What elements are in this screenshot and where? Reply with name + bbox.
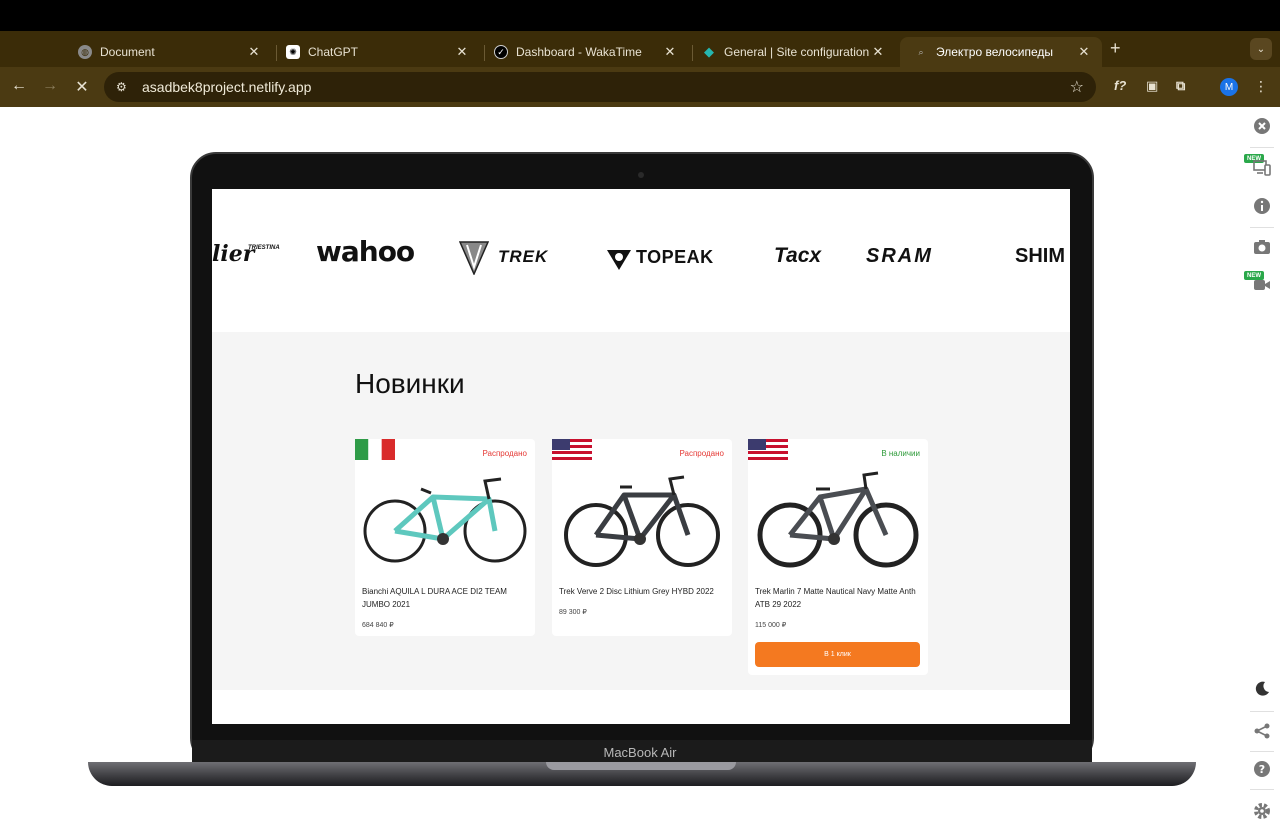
bike-image: [363, 477, 527, 563]
section-title: Новинки: [355, 368, 465, 399]
new-arrivals-section: Новинки Распродано Bianchi AQUILA L DURA…: [212, 332, 1070, 690]
laptop-notch: [546, 762, 736, 770]
wakatime-icon: ✓: [494, 45, 508, 59]
tab-title: Dashboard - WakaTime: [516, 45, 642, 59]
video-icon[interactable]: [1252, 275, 1272, 295]
italy-flag-icon: [355, 439, 395, 460]
brand-logo[interactable]: TREK: [498, 247, 548, 267]
camera-icon[interactable]: [1252, 237, 1272, 257]
moon-icon[interactable]: [1252, 679, 1272, 699]
close-icon[interactable]: ✕: [246, 44, 262, 60]
new-tab-button[interactable]: +: [1110, 38, 1121, 59]
help-icon[interactable]: ?: [1252, 759, 1272, 779]
extensions-puzzle-icon[interactable]: ⧉: [1176, 78, 1185, 94]
profile-avatar[interactable]: M: [1220, 78, 1238, 96]
stock-status: Распродано: [482, 449, 527, 458]
tab-strip: ◍ Document ✕ ✺ ChatGPT ✕ ✓ Dashboard - W…: [0, 31, 1280, 67]
product-name[interactable]: Trek Verve 2 Disc Lithium Grey HYBD 2022: [559, 585, 723, 598]
browser-toolbar: ← → ✕ ⚙ asadbek8project.netlify.app ☆ f?…: [0, 67, 1280, 107]
browser-menu-icon[interactable]: ⋮: [1254, 78, 1268, 95]
window-top-bar: [0, 0, 1280, 31]
divider: [1250, 751, 1274, 752]
close-icon[interactable]: ✕: [870, 44, 886, 60]
close-icon[interactable]: ✕: [454, 44, 470, 60]
laptop-screen: lier TRIESTINA wahoo TREK TOPEAK Tacx SR…: [212, 189, 1070, 724]
globe-icon: ◍: [78, 45, 92, 59]
chevron-down-icon: ⌄: [1256, 43, 1266, 55]
close-icon[interactable]: ✕: [662, 44, 678, 60]
buy-one-click-button[interactable]: В 1 клик: [755, 642, 920, 667]
divider: [1250, 227, 1274, 228]
brand-logo[interactable]: SHIM: [1015, 245, 1065, 268]
netlify-icon: ◆: [704, 44, 714, 59]
responsive-icon[interactable]: [1252, 158, 1272, 178]
stop-loading-button[interactable]: ✕: [72, 77, 92, 97]
svg-text:?: ?: [1259, 763, 1265, 776]
address-bar[interactable]: ⚙ asadbek8project.netlify.app ☆: [104, 72, 1096, 102]
product-card[interactable]: Распродано Bianchi AQUILA L DURA ACE DI2…: [355, 439, 535, 636]
font-extension-button[interactable]: f?: [1114, 78, 1126, 93]
tab-active-site[interactable]: ⌕ Электро велосипеды ✕: [900, 37, 1102, 67]
stock-status: Распродано: [679, 449, 724, 458]
bookmark-star-icon[interactable]: ☆: [1070, 77, 1084, 97]
forward-button[interactable]: →: [40, 77, 60, 95]
brand-sublogo: TRIESTINA: [248, 245, 280, 251]
divider: [1250, 711, 1274, 712]
usa-flag-icon: [552, 439, 592, 460]
product-price: 115 000 ₽: [755, 622, 787, 629]
tab-title: General | Site configuration | t: [724, 45, 870, 59]
side-panel: NEW NEW ?: [1244, 107, 1280, 832]
url-text[interactable]: asadbek8project.netlify.app: [142, 79, 311, 95]
site-settings-icon[interactable]: ⚙: [116, 80, 132, 94]
tab-chatgpt[interactable]: ✺ ChatGPT ✕: [272, 37, 480, 67]
chatgpt-icon: ✺: [286, 45, 300, 59]
close-icon[interactable]: ✕: [1076, 44, 1092, 60]
product-name[interactable]: Trek Marlin 7 Matte Nautical Navy Matte …: [755, 585, 919, 611]
tab-search-button[interactable]: ⌄: [1250, 38, 1272, 60]
laptop-model-label: MacBook Air: [603, 745, 677, 760]
info-icon[interactable]: [1252, 196, 1272, 216]
product-card[interactable]: Распродано Trek Verve 2 Disc Lithium Gre…: [552, 439, 732, 636]
brand-logo[interactable]: wahoo: [316, 235, 415, 268]
share-icon[interactable]: [1252, 721, 1272, 741]
brand-logo[interactable]: TOPEAK: [636, 247, 714, 268]
tab-title: Document: [100, 45, 155, 59]
product-price: 684 840 ₽: [362, 622, 394, 629]
close-circle-icon[interactable]: [1252, 116, 1272, 136]
brand-logo[interactable]: SRAM: [866, 245, 933, 268]
brand-logo[interactable]: Tacx: [774, 244, 821, 268]
usa-flag-icon: [748, 439, 788, 460]
site-icon: ⌕: [918, 46, 924, 57]
tab-wakatime[interactable]: ✓ Dashboard - WakaTime ✕: [480, 37, 688, 67]
tab-netlify[interactable]: ◆ General | Site configuration | t ✕: [688, 37, 896, 67]
product-card[interactable]: В наличии Trek Marlin 7 Matte Nautical N…: [748, 439, 928, 675]
brand-carousel: lier TRIESTINA wahoo TREK TOPEAK Tacx SR…: [212, 189, 1070, 332]
trek-shield-icon: [459, 241, 489, 275]
divider: [1250, 147, 1274, 148]
stock-status: В наличии: [881, 449, 920, 458]
bike-image: [757, 471, 919, 568]
divider: [1250, 789, 1274, 790]
topeak-triangle-icon: [607, 250, 631, 270]
camera-dot: [638, 172, 644, 178]
product-price: 89 300 ₽: [559, 609, 587, 616]
gear-icon[interactable]: [1252, 801, 1272, 821]
product-name[interactable]: Bianchi AQUILA L DURA ACE DI2 TEAM JUMBO…: [362, 585, 526, 611]
back-button[interactable]: ←: [9, 77, 29, 95]
bike-image: [564, 475, 720, 567]
tab-title: Электро велосипеды: [936, 45, 1054, 59]
doc-extension-icon[interactable]: ▣: [1146, 78, 1158, 94]
tab-title: ChatGPT: [308, 45, 359, 59]
tab-document[interactable]: ◍ Document ✕: [64, 37, 272, 67]
